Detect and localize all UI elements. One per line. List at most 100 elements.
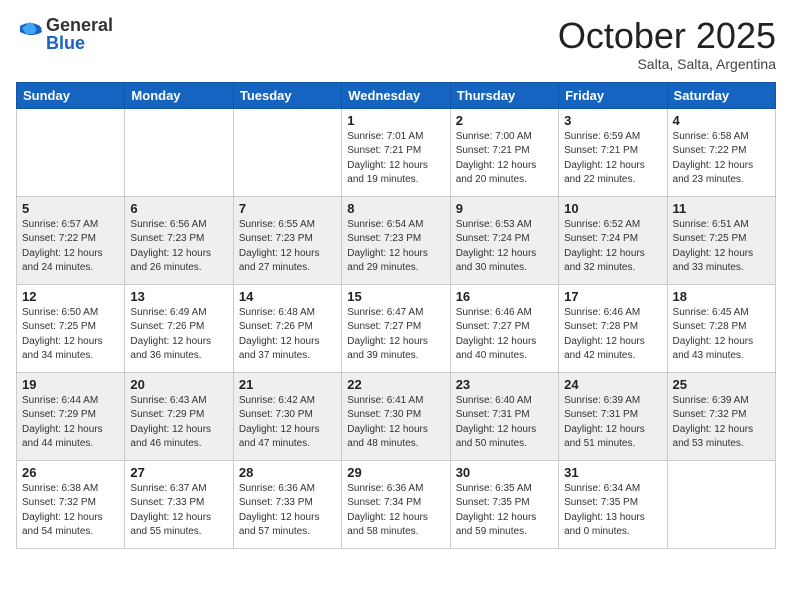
week-row-3: 12 Sunrise: 6:50 AM Sunset: 7:25 PM Dayli… xyxy=(17,284,776,372)
calendar-cell: 28 Sunrise: 6:36 AM Sunset: 7:33 PM Dayli… xyxy=(233,460,341,548)
day-info: Sunrise: 6:50 AM Sunset: 7:25 PM Dayligh… xyxy=(22,306,119,364)
calendar-cell: 1 Sunrise: 7:01 AM Sunset: 7:21 PM Daylig… xyxy=(342,108,450,196)
day-info: Sunrise: 6:46 AM Sunset: 7:27 PM Dayligh… xyxy=(456,306,553,364)
week-row-2: 5 Sunrise: 6:57 AM Sunset: 7:22 PM Daylig… xyxy=(17,196,776,284)
day-number: 3 xyxy=(564,113,661,128)
col-tuesday: Tuesday xyxy=(233,82,341,108)
col-friday: Friday xyxy=(559,82,667,108)
calendar-cell: 10Sunrise: 6:52 AM Sunset: 7:24 PM Dayli… xyxy=(559,196,667,284)
day-number: 5 xyxy=(22,201,119,216)
day-number: 6 xyxy=(130,201,227,216)
calendar-cell: 2Sunrise: 7:00 AM Sunset: 7:21 PM Daylig… xyxy=(450,108,558,196)
day-info: Sunrise: 6:34 AM Sunset: 7:35 PM Dayligh… xyxy=(564,482,661,540)
logo-general-text: General xyxy=(46,16,113,34)
day-info: Sunrise: 6:47 AM Sunset: 7:27 PM Dayligh… xyxy=(347,306,444,364)
day-info: Sunrise: 6:40 AM Sunset: 7:31 PM Dayligh… xyxy=(456,394,553,452)
calendar-cell: 17 Sunrise: 6:46 AM Sunset: 7:28 PM Dayli… xyxy=(559,284,667,372)
calendar-cell: 26Sunrise: 6:38 AM Sunset: 7:32 PM Dayli… xyxy=(17,460,125,548)
day-number: 1 xyxy=(347,113,444,128)
calendar-cell: 14 Sunrise: 6:48 AM Sunset: 7:26 PM Dayli… xyxy=(233,284,341,372)
col-saturday: Saturday xyxy=(667,82,775,108)
col-thursday: Thursday xyxy=(450,82,558,108)
day-info: Sunrise: 6:45 AM Sunset: 7:28 PM Dayligh… xyxy=(673,306,770,364)
week-row-1: 1 Sunrise: 7:01 AM Sunset: 7:21 PM Daylig… xyxy=(17,108,776,196)
day-number: 17 xyxy=(564,289,661,304)
day-info: Sunrise: 6:42 AM Sunset: 7:30 PM Dayligh… xyxy=(239,394,336,452)
day-info: Sunrise: 6:41 AM Sunset: 7:30 PM Dayligh… xyxy=(347,394,444,452)
header: General Blue October 2025 Salta, Salta, … xyxy=(16,16,776,72)
day-number: 16 xyxy=(456,289,553,304)
day-number: 27 xyxy=(130,465,227,480)
day-number: 4 xyxy=(673,113,770,128)
day-info: Sunrise: 6:43 AM Sunset: 7:29 PM Dayligh… xyxy=(130,394,227,452)
calendar-cell: 4 Sunrise: 6:58 AM Sunset: 7:22 PM Daylig… xyxy=(667,108,775,196)
page-container: General Blue October 2025 Salta, Salta, … xyxy=(0,0,792,612)
day-number: 22 xyxy=(347,377,444,392)
day-info: Sunrise: 6:39 AM Sunset: 7:32 PM Dayligh… xyxy=(673,394,770,452)
calendar-cell xyxy=(17,108,125,196)
col-sunday: Sunday xyxy=(17,82,125,108)
day-info: Sunrise: 6:38 AM Sunset: 7:32 PM Dayligh… xyxy=(22,482,119,540)
day-info: Sunrise: 6:56 AM Sunset: 7:23 PM Dayligh… xyxy=(130,218,227,276)
title-block: October 2025 Salta, Salta, Argentina xyxy=(558,16,776,72)
day-info: Sunrise: 6:44 AM Sunset: 7:29 PM Dayligh… xyxy=(22,394,119,452)
day-info: Sunrise: 6:46 AM Sunset: 7:28 PM Dayligh… xyxy=(564,306,661,364)
day-number: 31 xyxy=(564,465,661,480)
day-info: Sunrise: 6:55 AM Sunset: 7:23 PM Dayligh… xyxy=(239,218,336,276)
day-info: Sunrise: 6:36 AM Sunset: 7:33 PM Dayligh… xyxy=(239,482,336,540)
day-info: Sunrise: 6:48 AM Sunset: 7:26 PM Dayligh… xyxy=(239,306,336,364)
calendar-table: Sunday Monday Tuesday Wednesday Thursday… xyxy=(16,82,776,549)
calendar-cell: 23 Sunrise: 6:40 AM Sunset: 7:31 PM Dayli… xyxy=(450,372,558,460)
day-number: 18 xyxy=(673,289,770,304)
day-info: Sunrise: 6:54 AM Sunset: 7:23 PM Dayligh… xyxy=(347,218,444,276)
month-title: October 2025 xyxy=(558,16,776,56)
col-monday: Monday xyxy=(125,82,233,108)
day-number: 14 xyxy=(239,289,336,304)
logo-text: General Blue xyxy=(46,16,113,52)
calendar-header: Sunday Monday Tuesday Wednesday Thursday… xyxy=(17,82,776,108)
calendar-cell: 25Sunrise: 6:39 AM Sunset: 7:32 PM Dayli… xyxy=(667,372,775,460)
logo-blue-text: Blue xyxy=(46,34,113,52)
day-info: Sunrise: 6:49 AM Sunset: 7:26 PM Dayligh… xyxy=(130,306,227,364)
calendar-cell: 22 Sunrise: 6:41 AM Sunset: 7:30 PM Dayli… xyxy=(342,372,450,460)
day-info: Sunrise: 6:35 AM Sunset: 7:35 PM Dayligh… xyxy=(456,482,553,540)
day-number: 21 xyxy=(239,377,336,392)
day-info: Sunrise: 6:57 AM Sunset: 7:22 PM Dayligh… xyxy=(22,218,119,276)
calendar-cell: 16 Sunrise: 6:46 AM Sunset: 7:27 PM Dayli… xyxy=(450,284,558,372)
logo: General Blue xyxy=(16,16,113,52)
calendar-cell: 19 Sunrise: 6:44 AM Sunset: 7:29 PM Dayli… xyxy=(17,372,125,460)
day-number: 20 xyxy=(130,377,227,392)
day-number: 19 xyxy=(22,377,119,392)
calendar-body: 1 Sunrise: 7:01 AM Sunset: 7:21 PM Daylig… xyxy=(17,108,776,548)
calendar-cell: 7Sunrise: 6:55 AM Sunset: 7:23 PM Daylig… xyxy=(233,196,341,284)
calendar-cell: 12 Sunrise: 6:50 AM Sunset: 7:25 PM Dayli… xyxy=(17,284,125,372)
day-info: Sunrise: 6:53 AM Sunset: 7:24 PM Dayligh… xyxy=(456,218,553,276)
calendar-cell: 6 Sunrise: 6:56 AM Sunset: 7:23 PM Daylig… xyxy=(125,196,233,284)
day-info: Sunrise: 7:01 AM Sunset: 7:21 PM Dayligh… xyxy=(347,130,444,188)
day-number: 15 xyxy=(347,289,444,304)
calendar-cell: 13Sunrise: 6:49 AM Sunset: 7:26 PM Dayli… xyxy=(125,284,233,372)
calendar-cell: 9Sunrise: 6:53 AM Sunset: 7:24 PM Daylig… xyxy=(450,196,558,284)
day-info: Sunrise: 6:59 AM Sunset: 7:21 PM Dayligh… xyxy=(564,130,661,188)
day-number: 12 xyxy=(22,289,119,304)
day-info: Sunrise: 6:36 AM Sunset: 7:34 PM Dayligh… xyxy=(347,482,444,540)
calendar-cell: 15 Sunrise: 6:47 AM Sunset: 7:27 PM Dayli… xyxy=(342,284,450,372)
day-number: 23 xyxy=(456,377,553,392)
calendar-cell: 5 Sunrise: 6:57 AM Sunset: 7:22 PM Daylig… xyxy=(17,196,125,284)
calendar-cell: 11Sunrise: 6:51 AM Sunset: 7:25 PM Dayli… xyxy=(667,196,775,284)
subtitle: Salta, Salta, Argentina xyxy=(558,56,776,72)
calendar-cell: 31 Sunrise: 6:34 AM Sunset: 7:35 PM Dayli… xyxy=(559,460,667,548)
calendar-cell: 20 Sunrise: 6:43 AM Sunset: 7:29 PM Dayli… xyxy=(125,372,233,460)
calendar-cell: 18 Sunrise: 6:45 AM Sunset: 7:28 PM Dayli… xyxy=(667,284,775,372)
day-number: 28 xyxy=(239,465,336,480)
calendar-cell xyxy=(125,108,233,196)
logo-icon xyxy=(16,18,44,46)
calendar-cell: 24Sunrise: 6:39 AM Sunset: 7:31 PM Dayli… xyxy=(559,372,667,460)
day-number: 11 xyxy=(673,201,770,216)
header-row: Sunday Monday Tuesday Wednesday Thursday… xyxy=(17,82,776,108)
day-info: Sunrise: 6:58 AM Sunset: 7:22 PM Dayligh… xyxy=(673,130,770,188)
day-number: 29 xyxy=(347,465,444,480)
day-number: 30 xyxy=(456,465,553,480)
col-wednesday: Wednesday xyxy=(342,82,450,108)
day-number: 10 xyxy=(564,201,661,216)
